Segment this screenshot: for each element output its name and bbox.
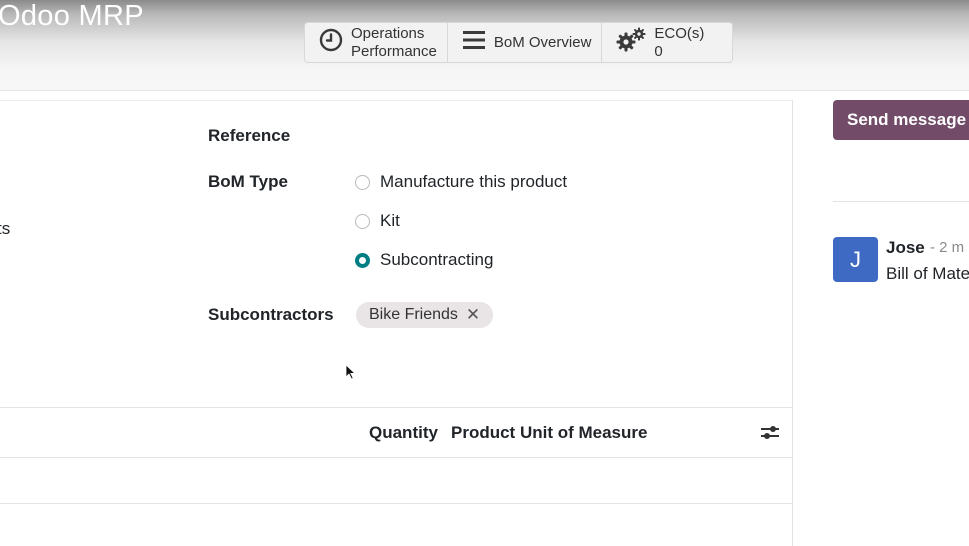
eco-button[interactable]: ECO(s) 0 xyxy=(602,23,732,62)
bom-form-sheet: ts Reference BoM Type Manufacture this p… xyxy=(0,100,793,546)
bom-type-option-kit[interactable]: Kit xyxy=(355,211,400,231)
message-body: Bill of Mate xyxy=(886,264,969,283)
truncated-field-label: ts xyxy=(0,219,11,238)
avatar[interactable]: J xyxy=(833,237,878,282)
list-icon xyxy=(462,30,486,55)
control-panel: Odoo MRP Operations Performance BoM Over… xyxy=(0,0,969,91)
subcontractor-tag-label: Bike Friends xyxy=(369,306,458,323)
column-product-uom[interactable]: Product Unit of Measure xyxy=(451,423,647,443)
radio-subcontracting-label: Subcontracting xyxy=(380,250,494,269)
operations-performance-line2: Performance xyxy=(351,42,437,60)
app-title: Odoo MRP xyxy=(0,0,144,32)
operations-performance-line1: Operations xyxy=(351,24,425,42)
radio-kit[interactable] xyxy=(355,213,370,229)
bom-overview-button[interactable]: BoM Overview xyxy=(448,23,603,62)
send-message-button[interactable]: Send message xyxy=(833,100,969,140)
radio-kit-label: Kit xyxy=(380,211,400,230)
reference-label: Reference xyxy=(208,126,291,145)
gears-icon xyxy=(616,27,646,58)
bom-type-option-manufacture[interactable]: Manufacture this product xyxy=(355,172,567,192)
subcontractor-tag: Bike Friends ✕ xyxy=(356,302,494,328)
chatter-divider xyxy=(833,201,969,202)
chatter-panel: Send message J Jose - 2 m Bill of Mate xyxy=(793,100,969,545)
remove-tag-icon[interactable]: ✕ xyxy=(466,305,480,325)
eco-count: 0 xyxy=(654,42,663,60)
subcontractors-label: Subcontractors xyxy=(208,305,334,324)
radio-subcontracting[interactable] xyxy=(355,252,370,268)
clock-icon xyxy=(319,28,343,57)
radio-manufacture[interactable] xyxy=(355,174,370,190)
operations-performance-button[interactable]: Operations Performance xyxy=(305,23,448,62)
eco-label: ECO(s) xyxy=(654,24,705,42)
message-author[interactable]: Jose xyxy=(886,238,925,258)
radio-manufacture-label: Manufacture this product xyxy=(380,172,568,191)
mouse-pointer-icon xyxy=(345,364,357,380)
bom-type-label: BoM Type xyxy=(208,172,288,191)
bom-overview-label: BoM Overview xyxy=(493,33,592,51)
column-quantity[interactable]: Quantity xyxy=(369,423,438,443)
message-time: - 2 m xyxy=(930,239,965,256)
smart-buttons: Operations Performance BoM Overview ECO(… xyxy=(304,22,734,63)
optional-columns-icon[interactable] xyxy=(760,424,780,447)
bom-type-option-subcontracting[interactable]: Subcontracting xyxy=(355,250,493,270)
components-table-header: Quantity Product Unit of Measure xyxy=(0,407,792,458)
table-row[interactable] xyxy=(0,456,792,504)
